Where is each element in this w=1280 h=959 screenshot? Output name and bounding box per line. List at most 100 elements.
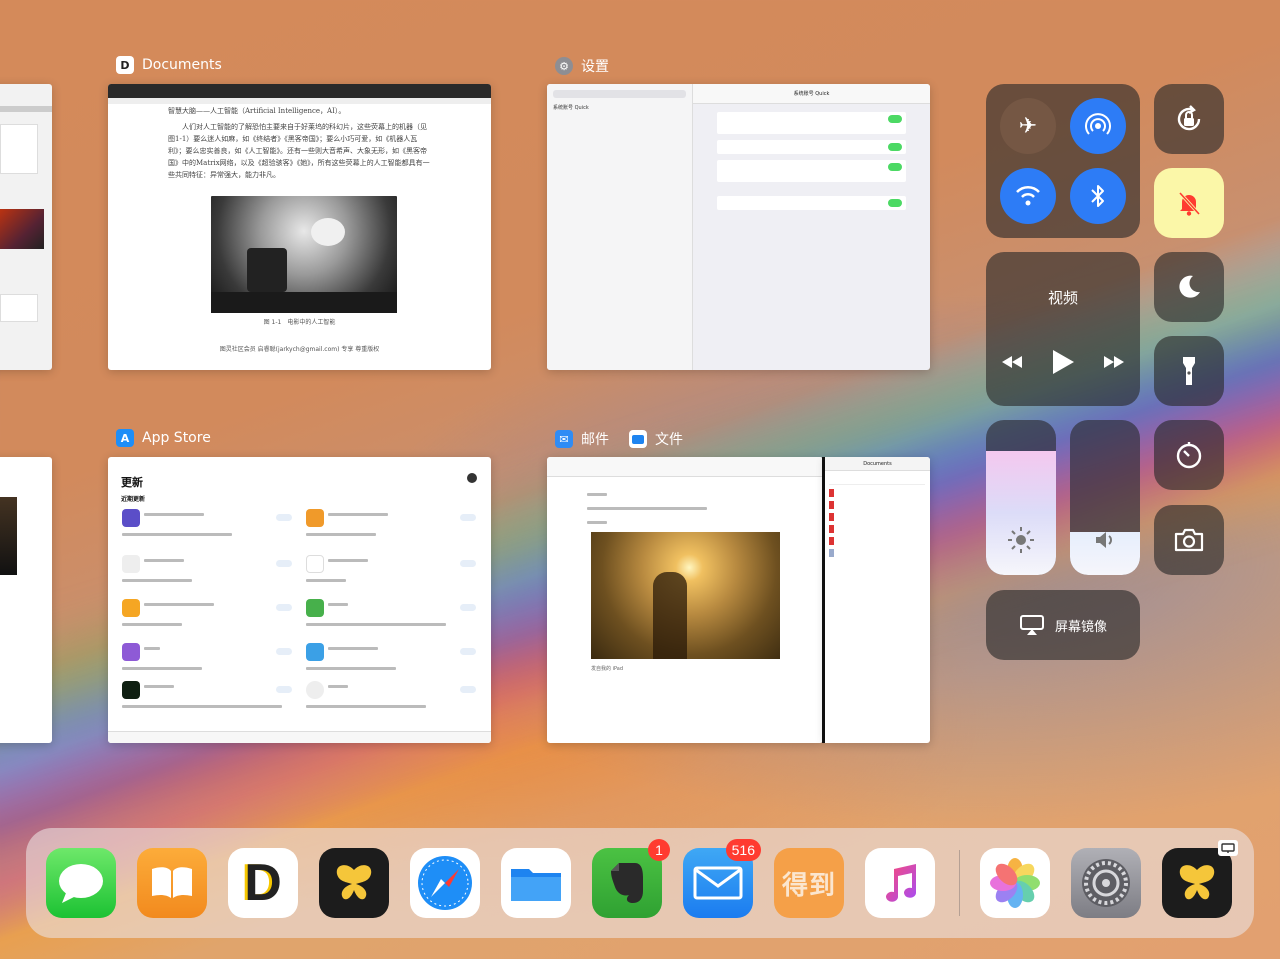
update-item[interactable]: [306, 643, 476, 677]
file-row[interactable]: [829, 537, 925, 545]
partial-card-left-bottom[interactable]: [0, 457, 52, 743]
app-icon: [306, 509, 324, 527]
update-button[interactable]: [460, 686, 476, 693]
open-book-icon: [152, 867, 192, 898]
dock-app-safari[interactable]: [410, 848, 480, 918]
dock-app-ulysses-recent[interactable]: [1162, 840, 1238, 918]
app-icon: [306, 643, 324, 661]
airplane-mode-toggle[interactable]: ✈: [1000, 98, 1056, 154]
file-row[interactable]: [829, 549, 925, 557]
airdrop-toggle[interactable]: [1070, 98, 1126, 154]
dock-app-documents[interactable]: D: [228, 848, 298, 918]
settings-toggle[interactable]: [888, 163, 902, 171]
dock-app-evernote[interactable]: 1: [592, 839, 670, 918]
mail-icon: ✉: [555, 430, 573, 448]
settings-app-label: ⚙ 设置: [555, 56, 609, 76]
update-item[interactable]: [122, 599, 292, 633]
brightness-slider[interactable]: [986, 420, 1056, 575]
documents-card[interactable]: 智慧大脑——人工智能（Artificial Intelligence，AI）。 …: [108, 84, 491, 370]
wifi-toggle[interactable]: [1000, 168, 1056, 224]
butterfly-icon: [1179, 865, 1215, 900]
settings-toggle[interactable]: [888, 199, 902, 207]
bluetooth-icon: [1091, 185, 1104, 207]
fast-forward-button[interactable]: [1102, 354, 1126, 374]
settings-toggle[interactable]: [888, 143, 902, 151]
update-button[interactable]: [460, 514, 476, 521]
doc-footer: 图灵社区会员 启睿聪(jarkych@gmail.com) 专享 尊重版权: [219, 346, 380, 353]
volume-slider[interactable]: [1070, 420, 1140, 575]
settings-sidebar-item[interactable]: 系统账号 Quick: [553, 104, 686, 111]
orientation-lock-button[interactable]: [1154, 84, 1224, 154]
update-item[interactable]: [306, 509, 476, 543]
flashlight-button[interactable]: [1154, 336, 1224, 406]
camera-button[interactable]: [1154, 505, 1224, 575]
settings-card[interactable]: 系统账号 Quick 系统账号 Quick: [547, 84, 930, 370]
elephant-icon: [611, 863, 643, 903]
files-app-label: 文件: [629, 429, 683, 449]
mail-signature: 发自我的 iPad: [591, 666, 624, 672]
dock-separator: [959, 850, 960, 916]
partial-card-left-top[interactable]: [0, 84, 52, 370]
update-button[interactable]: [460, 604, 476, 611]
dock-app-photos[interactable]: [980, 848, 1050, 918]
account-avatar[interactable]: [467, 473, 477, 483]
file-row[interactable]: [829, 501, 925, 509]
update-button[interactable]: [276, 514, 292, 521]
play-button[interactable]: [1050, 348, 1076, 380]
update-button[interactable]: [276, 686, 292, 693]
connectivity-module[interactable]: ✈: [986, 84, 1140, 238]
appstore-tabbar[interactable]: [108, 731, 491, 743]
update-item[interactable]: [122, 643, 292, 677]
settings-search-field[interactable]: [553, 90, 686, 98]
dock-app-music[interactable]: [865, 848, 935, 918]
mail-app-label: ✉ 邮件: [555, 429, 609, 449]
file-row[interactable]: [829, 513, 925, 521]
file-row[interactable]: [829, 525, 925, 533]
app-icon: [122, 643, 140, 661]
files-card[interactable]: Documents: [825, 457, 930, 743]
bluetooth-toggle[interactable]: [1070, 168, 1126, 224]
mail-card[interactable]: 发自我的 iPad: [547, 457, 823, 743]
appstore-label: App Store: [142, 430, 211, 446]
update-item[interactable]: [306, 555, 476, 589]
now-playing-module[interactable]: 视频: [986, 252, 1140, 406]
file-row[interactable]: [829, 477, 925, 485]
settings-row[interactable]: [717, 112, 906, 134]
update-item[interactable]: [122, 509, 292, 543]
update-item[interactable]: [122, 681, 292, 715]
files-label: 文件: [655, 432, 683, 448]
update-item[interactable]: [306, 599, 476, 633]
dock-app-mail[interactable]: 516: [683, 839, 761, 918]
settings-toggle[interactable]: [888, 115, 902, 123]
settings-row[interactable]: [717, 196, 906, 210]
update-item[interactable]: [306, 681, 476, 715]
rewind-button[interactable]: [1000, 354, 1024, 374]
compass-icon: [418, 856, 472, 910]
appstore-card[interactable]: 更新 近期更新: [108, 457, 491, 743]
settings-row[interactable]: [717, 140, 906, 154]
file-row[interactable]: [829, 489, 925, 497]
update-button[interactable]: [460, 560, 476, 567]
update-button[interactable]: [276, 560, 292, 567]
update-button[interactable]: [460, 648, 476, 655]
settings-row[interactable]: [717, 160, 906, 182]
update-button[interactable]: [276, 604, 292, 611]
dock-app-messages[interactable]: [46, 848, 116, 918]
mail-label: 邮件: [581, 432, 609, 448]
timer-button[interactable]: [1154, 420, 1224, 490]
update-item[interactable]: [122, 555, 292, 589]
gear-icon: [1082, 859, 1130, 907]
rewind-icon: [1002, 356, 1022, 368]
do-not-disturb-button[interactable]: [1154, 252, 1224, 322]
dock-app-dedao[interactable]: 得到: [774, 848, 844, 918]
update-button[interactable]: [276, 648, 292, 655]
screen-mirroring-icon: [1019, 615, 1044, 635]
screen-mirroring-button[interactable]: 屏幕镜像: [986, 590, 1140, 660]
app-icon: [122, 681, 140, 699]
dock-app-ulysses[interactable]: [319, 848, 389, 918]
mute-toggle[interactable]: [1154, 168, 1224, 238]
app-icon: [122, 555, 140, 573]
dock-app-settings[interactable]: [1071, 848, 1141, 918]
dock-app-books[interactable]: [137, 848, 207, 918]
dock-app-files[interactable]: [501, 848, 571, 918]
